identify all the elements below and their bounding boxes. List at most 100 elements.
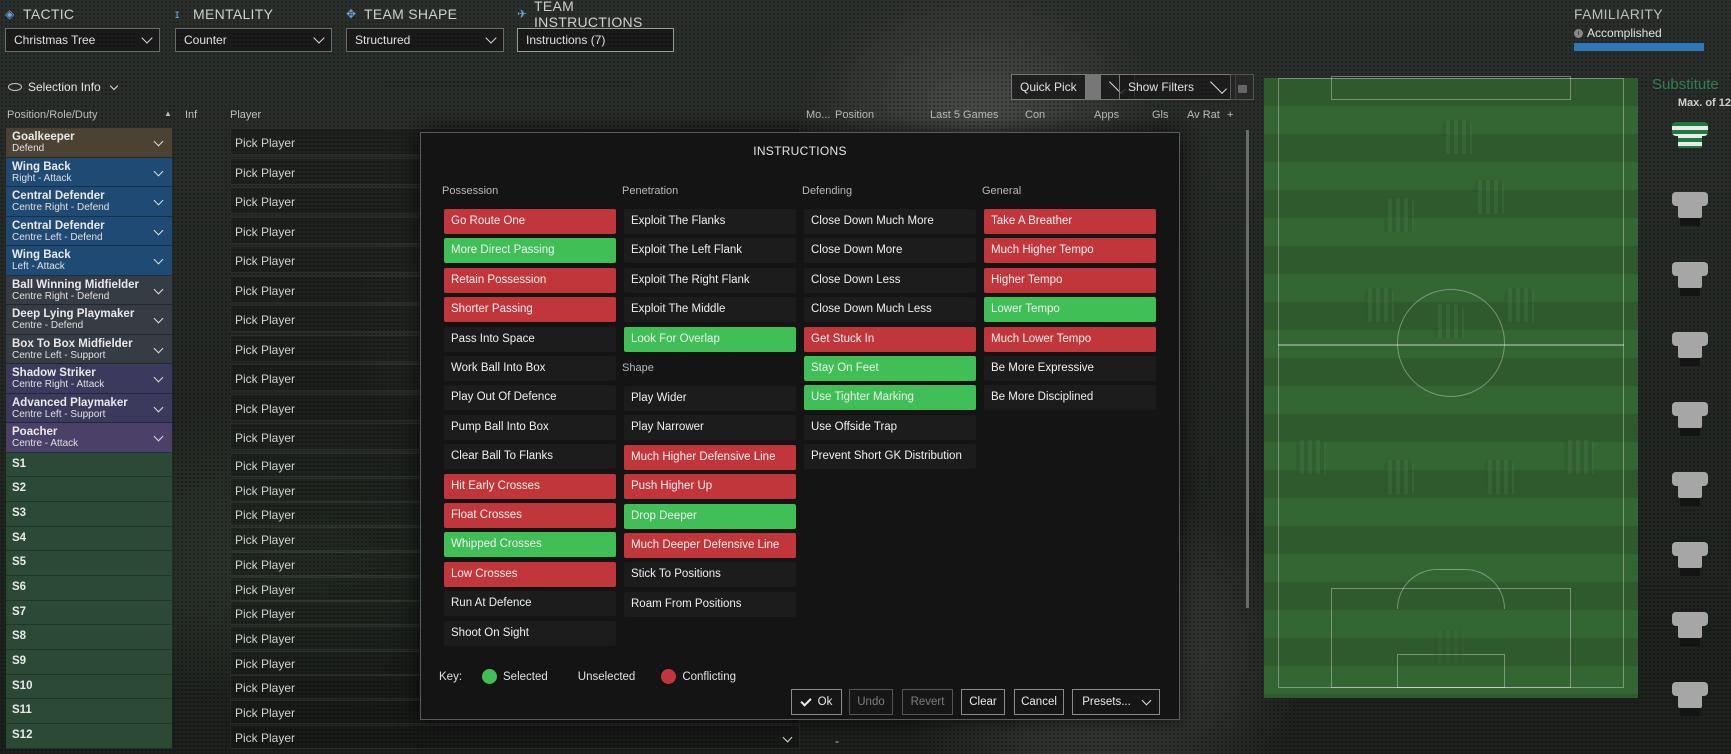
instruction-stick-to-positions-button[interactable]: Stick To Positions: [624, 562, 796, 588]
revert-button[interactable]: Revert: [902, 689, 953, 715]
player-shirt[interactable]: [1484, 460, 1514, 494]
tactic-select[interactable]: Christmas Tree: [5, 28, 160, 52]
instruction-exploit-the-middle-button[interactable]: Exploit The Middle: [624, 297, 796, 323]
player-shirt[interactable]: [1364, 288, 1394, 322]
instruction-shorter-passing-button[interactable]: Shorter Passing: [444, 297, 616, 323]
substitute-slot[interactable]: S4: [6, 526, 172, 552]
substitute-kit-icon[interactable]: [1672, 676, 1708, 718]
instruction-use-tighter-marking-button[interactable]: Use Tighter Marking: [804, 385, 976, 411]
goalkeeper-kit-icon[interactable]: [1672, 116, 1708, 158]
column-header-con[interactable]: Con: [1025, 109, 1045, 123]
instruction-drop-deeper-button[interactable]: Drop Deeper: [624, 503, 796, 529]
instruction-push-higher-up-button[interactable]: Push Higher Up: [624, 474, 796, 500]
player-shirt[interactable]: [1564, 440, 1594, 474]
selection-info-button[interactable]: Selection Info: [8, 80, 118, 94]
substitute-kit-icon[interactable]: [1672, 186, 1708, 228]
substitute-slot[interactable]: S8: [6, 625, 172, 650]
position-row[interactable]: Central Defender Centre Right - Defend: [6, 187, 172, 217]
instruction-play-wider-button[interactable]: Play Wider: [624, 386, 796, 411]
instruction-close-down-more-button[interactable]: Close Down More: [804, 238, 976, 264]
player-shirt[interactable]: [1434, 304, 1464, 338]
team-shape-select[interactable]: Structured: [346, 28, 504, 52]
substitute-kit-icon[interactable]: [1672, 326, 1708, 368]
column-header-last5[interactable]: Last 5 Games: [930, 109, 998, 123]
undo-button[interactable]: Undo: [849, 689, 893, 715]
instruction-much-higher-tempo-button[interactable]: Much Higher Tempo: [984, 238, 1156, 264]
instruction-much-higher-defensive-line-button[interactable]: Much Higher Defensive Line: [624, 444, 796, 470]
substitute-slot[interactable]: S12: [6, 724, 172, 749]
instruction-whipped-crosses-button[interactable]: Whipped Crosses: [444, 532, 616, 558]
instruction-close-down-much-more-button[interactable]: Close Down Much More: [804, 209, 976, 234]
instruction-play-narrower-button[interactable]: Play Narrower: [624, 415, 796, 441]
chevron-down-icon[interactable]: [782, 732, 793, 743]
instruction-run-at-defence-button[interactable]: Run At Defence: [444, 591, 616, 617]
position-row[interactable]: Ball Winning Midfielder Centre Right - De…: [6, 275, 172, 305]
ok-button[interactable]: Ok: [791, 689, 842, 715]
instruction-close-down-less-button[interactable]: Close Down Less: [804, 267, 976, 293]
position-row[interactable]: Box To Box Midfielder Centre Left - Suppo…: [6, 334, 172, 364]
instruction-work-ball-into-box-button[interactable]: Work Ball Into Box: [444, 356, 616, 381]
substitute-kit-icon[interactable]: [1672, 606, 1708, 648]
presets-button[interactable]: Presets...: [1072, 689, 1160, 715]
instruction-exploit-the-left-flank-button[interactable]: Exploit The Left Flank: [624, 238, 796, 264]
player-shirt[interactable]: [1434, 630, 1464, 664]
instruction-look-for-overlap-button[interactable]: Look For Overlap: [624, 326, 796, 352]
position-row[interactable]: Advanced Playmaker Centre Left - Support: [6, 393, 172, 423]
column-header-player[interactable]: Player: [230, 109, 261, 123]
substitute-kit-icon[interactable]: [1672, 466, 1708, 508]
position-row[interactable]: Central Defender Centre Left - Defend: [6, 216, 172, 246]
instruction-be-more-disciplined-button[interactable]: Be More Disciplined: [984, 385, 1156, 411]
instruction-pump-ball-into-box-button[interactable]: Pump Ball Into Box: [444, 414, 616, 440]
player-shirt[interactable]: [1442, 120, 1472, 154]
column-header-position[interactable]: Position/Role/Duty: [7, 109, 98, 123]
position-row[interactable]: Poacher Centre - Attack: [6, 423, 172, 453]
instruction-pass-into-space-button[interactable]: Pass Into Space: [444, 326, 616, 352]
substitute-kit-icon[interactable]: [1672, 256, 1708, 298]
lock-icon[interactable]: [1230, 74, 1254, 100]
instruction-go-route-one-button[interactable]: Go Route One: [444, 209, 616, 234]
column-header-position2[interactable]: Position: [835, 109, 874, 123]
instruction-exploit-the-right-flank-button[interactable]: Exploit The Right Flank: [624, 267, 796, 293]
team-instructions-button[interactable]: Instructions (7): [517, 28, 674, 52]
player-shirt[interactable]: [1296, 440, 1326, 474]
position-row[interactable]: Shadow Striker Centre Right - Attack: [6, 364, 172, 394]
substitute-slot[interactable]: S11: [6, 699, 172, 725]
substitute-slot[interactable]: S5: [6, 551, 172, 576]
position-row[interactable]: Wing Back Right - Attack: [6, 157, 172, 187]
substitute-slot[interactable]: S1: [6, 452, 172, 478]
player-shirt[interactable]: [1504, 288, 1534, 322]
column-header-gls[interactable]: Gls: [1152, 109, 1169, 123]
substitute-kit-icon[interactable]: [1672, 396, 1708, 438]
instruction-play-out-of-defence-button[interactable]: Play Out Of Defence: [444, 385, 616, 411]
instruction-clear-ball-to-flanks-button[interactable]: Clear Ball To Flanks: [444, 444, 616, 470]
player-shirt[interactable]: [1384, 460, 1414, 494]
list-scrollbar[interactable]: [1246, 130, 1249, 608]
clear-button[interactable]: Clear: [961, 689, 1005, 715]
instruction-float-crosses-button[interactable]: Float Crosses: [444, 503, 616, 528]
show-filters-button[interactable]: Show Filters: [1119, 74, 1237, 100]
instruction-be-more-expressive-button[interactable]: Be More Expressive: [984, 356, 1156, 381]
column-header-inf[interactable]: Inf: [185, 109, 197, 123]
substitute-slot[interactable]: S6: [6, 575, 172, 601]
instruction-higher-tempo-button[interactable]: Higher Tempo: [984, 267, 1156, 293]
substitute-slot[interactable]: S9: [6, 650, 172, 675]
add-column-icon[interactable]: +: [1227, 109, 1233, 123]
instruction-shoot-on-sight-button[interactable]: Shoot On Sight: [444, 620, 616, 646]
instruction-get-stuck-in-button[interactable]: Get Stuck In: [804, 326, 976, 352]
instruction-low-crosses-button[interactable]: Low Crosses: [444, 561, 616, 587]
substitute-slot[interactable]: S2: [6, 477, 172, 502]
instruction-much-deeper-defensive-line-button[interactable]: Much Deeper Defensive Line: [624, 533, 796, 558]
instruction-exploit-the-flanks-button[interactable]: Exploit The Flanks: [624, 209, 796, 234]
column-header-apps[interactable]: Apps: [1094, 109, 1119, 123]
instruction-lower-tempo-button[interactable]: Lower Tempo: [984, 297, 1156, 323]
instruction-prevent-short-gk-distribution-button[interactable]: Prevent Short GK Distribution: [804, 444, 976, 470]
position-row[interactable]: Wing Back Left - Attack: [6, 246, 172, 276]
player-shirt[interactable]: [1384, 198, 1414, 232]
instruction-hit-early-crosses-button[interactable]: Hit Early Crosses: [444, 473, 616, 499]
position-row[interactable]: Deep Lying Playmaker Centre - Defend: [6, 305, 172, 335]
substitute-slot[interactable]: S3: [6, 501, 172, 527]
instruction-more-direct-passing-button[interactable]: More Direct Passing: [444, 238, 616, 264]
cancel-button[interactable]: Cancel: [1014, 689, 1064, 715]
instruction-retain-possession-button[interactable]: Retain Possession: [444, 267, 616, 293]
substitute-slot[interactable]: S10: [6, 674, 172, 700]
